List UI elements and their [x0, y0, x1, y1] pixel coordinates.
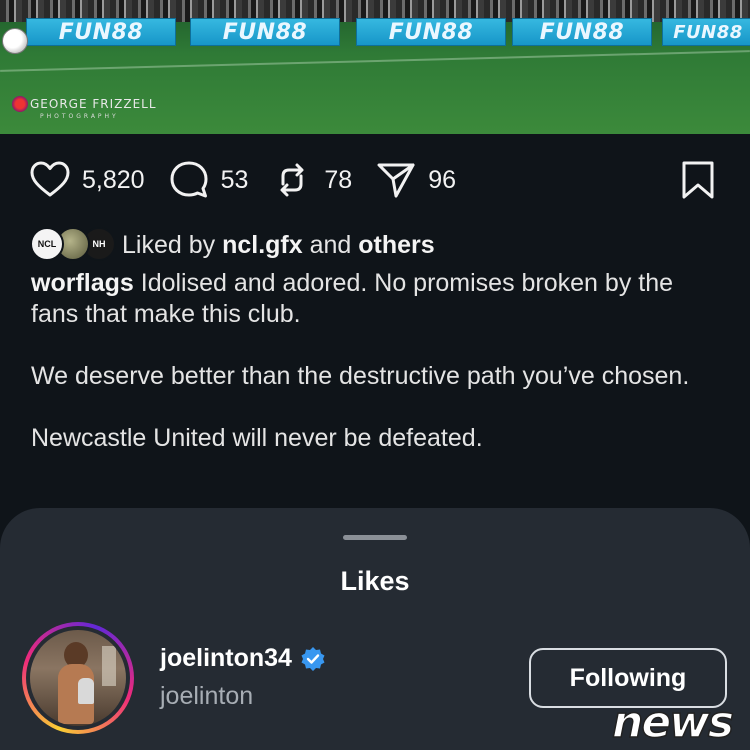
watermark-sub: PHOTOGRAPHY: [40, 113, 119, 120]
share-action[interactable]: 96: [374, 158, 456, 202]
liked-by-row[interactable]: NCL NH Liked by ncl.gfx and others: [30, 226, 435, 264]
profile-photo: [30, 630, 126, 726]
caption-paragraph: We deserve better than the destructive p…: [31, 362, 690, 390]
liker-avatars[interactable]: NCL NH: [30, 227, 116, 263]
ad-board: FUN88: [190, 18, 340, 46]
caption-username[interactable]: worflags: [31, 269, 134, 297]
post-caption: worflags Idolised and adored. No promise…: [31, 268, 711, 485]
comment-icon[interactable]: [167, 158, 211, 202]
sheet-drag-handle[interactable]: [343, 535, 407, 540]
ad-board: FUN88: [26, 18, 176, 46]
username[interactable]: joelinton34: [160, 644, 326, 673]
like-count: 5,820: [82, 165, 145, 194]
post-actions: 5,820 53 78 96: [28, 158, 722, 202]
watermark-name: GEORGE FRIZZELL: [30, 97, 157, 111]
ad-board: FUN88: [356, 18, 506, 46]
send-icon[interactable]: [374, 158, 418, 202]
heart-icon[interactable]: [28, 158, 72, 202]
liked-by-prefix: Liked by: [122, 230, 216, 259]
pitch-line: [0, 50, 750, 72]
photographer-watermark: GEORGE FRIZZELL PHOTOGRAPHY: [12, 96, 157, 120]
verified-badge-icon: [301, 646, 325, 671]
share-count: 96: [428, 165, 456, 194]
avatar[interactable]: NCL: [30, 227, 64, 261]
comment-action[interactable]: 53: [167, 158, 249, 202]
liked-by-user[interactable]: ncl.gfx: [222, 231, 303, 259]
ad-boards: FUN88 FUN88 FUN88 FUN88 FUN88: [0, 14, 750, 52]
watermark-logo-icon: [12, 96, 28, 112]
username-text[interactable]: joelinton34: [160, 644, 292, 673]
full-name: joelinton: [160, 682, 254, 710]
ad-board: FUN88: [512, 18, 652, 46]
avatar[interactable]: [22, 622, 134, 734]
liked-by-text: Liked by ncl.gfx and others: [122, 231, 435, 260]
caption-paragraph: Newcastle United will never be defeated.: [31, 424, 483, 452]
liked-by-joiner: and: [309, 230, 352, 259]
like-action[interactable]: 5,820: [28, 158, 145, 202]
save-action[interactable]: [676, 158, 720, 207]
caption-paragraph: worflags Idolised and adored. No promise…: [31, 268, 711, 330]
repost-icon[interactable]: [270, 158, 314, 202]
news-logo: news: [611, 697, 735, 748]
repost-action[interactable]: 78: [270, 158, 352, 202]
liked-by-others[interactable]: others: [358, 231, 434, 259]
comment-count: 53: [220, 165, 249, 194]
repost-count: 78: [324, 165, 353, 194]
ad-board: FUN88: [662, 18, 750, 46]
bookmark-icon[interactable]: [676, 158, 720, 202]
sheet-title: Likes: [340, 566, 410, 596]
post-photo[interactable]: FUN88 FUN88 FUN88 FUN88 FUN88 GEORGE FRI…: [0, 0, 750, 134]
football: [2, 28, 28, 54]
